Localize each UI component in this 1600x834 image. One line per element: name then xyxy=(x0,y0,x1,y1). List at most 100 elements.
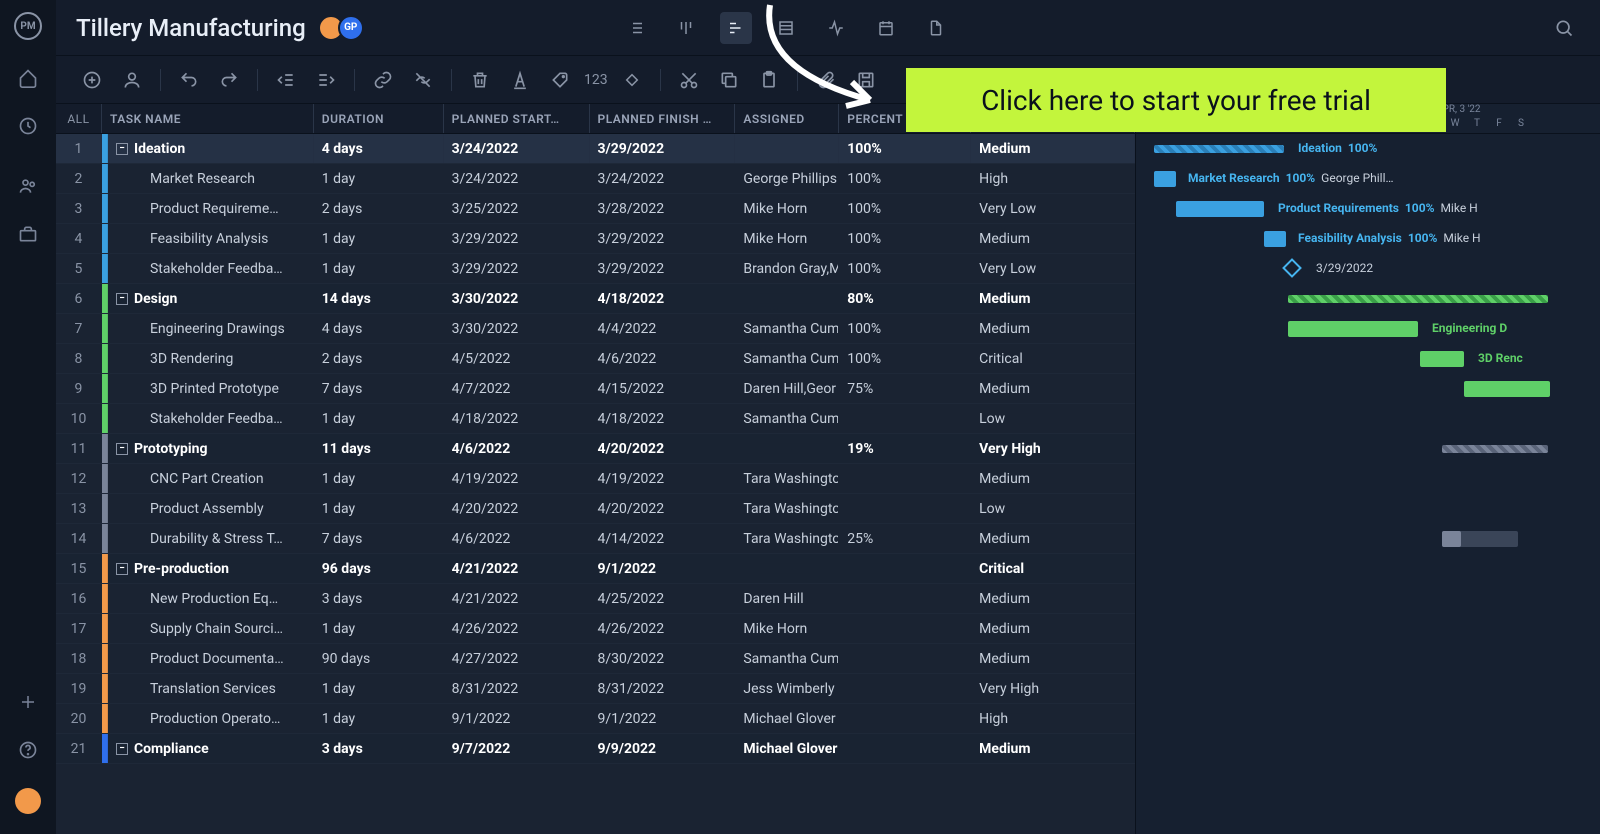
task-name-cell[interactable]: −Pre-production xyxy=(108,554,314,583)
priority-cell[interactable]: Very High xyxy=(971,434,1135,463)
task-row[interactable]: 6−Design14 days3/30/20224/18/202280%Medi… xyxy=(56,284,1135,314)
percent-cell[interactable]: 100% xyxy=(839,224,971,253)
task-row[interactable]: 15−Pre-production96 days4/21/20229/1/202… xyxy=(56,554,1135,584)
task-row[interactable]: 14Durability & Stress T…7 days4/6/20224/… xyxy=(56,524,1135,554)
percent-cell[interactable]: 100% xyxy=(839,134,971,163)
app-logo[interactable]: PM xyxy=(14,12,42,40)
assigned-cell[interactable]: Brandon Gray,M xyxy=(735,254,839,283)
cut-icon[interactable] xyxy=(673,64,705,96)
attach-icon[interactable] xyxy=(810,64,842,96)
finish-cell[interactable]: 4/20/2022 xyxy=(590,494,736,523)
view-board-icon[interactable] xyxy=(670,12,702,44)
unlink-icon[interactable] xyxy=(407,64,439,96)
milestone-icon[interactable] xyxy=(616,64,648,96)
assigned-cell[interactable]: Daren Hill xyxy=(735,584,839,613)
finish-cell[interactable]: 3/29/2022 xyxy=(590,134,736,163)
duration-cell[interactable]: 3 days xyxy=(314,734,444,763)
tag-icon[interactable] xyxy=(544,64,576,96)
task-row[interactable]: 83D Rendering2 days4/5/20224/6/2022Saman… xyxy=(56,344,1135,374)
task-name-cell[interactable]: Stakeholder Feedba… xyxy=(108,254,314,283)
percent-cell[interactable] xyxy=(839,614,971,643)
start-cell[interactable]: 4/5/2022 xyxy=(444,344,590,373)
gantt-chart[interactable]: h, 20 '22 MAR, 27 '22 APR, 3 '22 WTFSSMT… xyxy=(1136,104,1600,834)
home-icon[interactable] xyxy=(18,68,38,88)
assigned-cell[interactable]: Jess Wimberly xyxy=(735,674,839,703)
task-row[interactable]: 4Feasibility Analysis1 day3/29/20223/29/… xyxy=(56,224,1135,254)
duration-cell[interactable]: 4 days xyxy=(314,314,444,343)
percent-cell[interactable] xyxy=(839,674,971,703)
finish-cell[interactable]: 9/1/2022 xyxy=(590,704,736,733)
duration-cell[interactable]: 1 day xyxy=(314,404,444,433)
task-name-cell[interactable]: 3D Printed Prototype xyxy=(108,374,314,403)
duration-cell[interactable]: 1 day xyxy=(314,614,444,643)
task-name-cell[interactable]: Product Requireme… xyxy=(108,194,314,223)
task-row[interactable]: 5Stakeholder Feedba…1 day3/29/20223/29/2… xyxy=(56,254,1135,284)
gantt-bar[interactable] xyxy=(1464,381,1550,397)
start-cell[interactable]: 8/31/2022 xyxy=(444,674,590,703)
duration-cell[interactable]: 1 day xyxy=(314,224,444,253)
task-row[interactable]: 93D Printed Prototype7 days4/7/20224/15/… xyxy=(56,374,1135,404)
task-row[interactable]: 2Market Research1 day3/24/20223/24/2022G… xyxy=(56,164,1135,194)
finish-cell[interactable]: 3/29/2022 xyxy=(590,254,736,283)
col-assigned[interactable]: ASSIGNED xyxy=(735,104,839,133)
finish-cell[interactable]: 4/25/2022 xyxy=(590,584,736,613)
team-icon[interactable] xyxy=(18,176,38,196)
task-row[interactable]: 3Product Requireme…2 days3/25/20223/28/2… xyxy=(56,194,1135,224)
priority-cell[interactable]: Critical xyxy=(971,344,1135,373)
finish-cell[interactable]: 9/9/2022 xyxy=(590,734,736,763)
view-activity-icon[interactable] xyxy=(820,12,852,44)
percent-cell[interactable] xyxy=(839,554,971,583)
gantt-bar[interactable] xyxy=(1176,201,1264,217)
assigned-cell[interactable]: Samantha Cum xyxy=(735,644,839,673)
indent-icon[interactable] xyxy=(310,64,342,96)
duration-cell[interactable]: 11 days xyxy=(314,434,444,463)
assigned-cell[interactable]: Mike Horn xyxy=(735,194,839,223)
duration-cell[interactable]: 3 days xyxy=(314,584,444,613)
priority-cell[interactable]: Low xyxy=(971,404,1135,433)
percent-cell[interactable] xyxy=(839,494,971,523)
finish-cell[interactable]: 8/30/2022 xyxy=(590,644,736,673)
finish-cell[interactable]: 3/29/2022 xyxy=(590,224,736,253)
assigned-cell[interactable]: Michael Glover xyxy=(735,734,839,763)
task-name-cell[interactable]: Product Assembly xyxy=(108,494,314,523)
cta-banner[interactable]: Click here to start your free trial xyxy=(906,68,1446,132)
priority-cell[interactable]: Very High xyxy=(971,674,1135,703)
col-finish[interactable]: PLANNED FINISH … xyxy=(590,104,736,133)
assign-icon[interactable] xyxy=(116,64,148,96)
start-cell[interactable]: 4/26/2022 xyxy=(444,614,590,643)
undo-icon[interactable] xyxy=(173,64,205,96)
task-name-cell[interactable]: Market Research xyxy=(108,164,314,193)
finish-cell[interactable]: 9/1/2022 xyxy=(590,554,736,583)
task-row[interactable]: 18Product Documenta…90 days4/27/20228/30… xyxy=(56,644,1135,674)
duration-cell[interactable]: 1 day xyxy=(314,704,444,733)
priority-cell[interactable]: Low xyxy=(971,494,1135,523)
finish-cell[interactable]: 4/14/2022 xyxy=(590,524,736,553)
text-style-icon[interactable] xyxy=(504,64,536,96)
duration-cell[interactable]: 1 day xyxy=(314,464,444,493)
percent-cell[interactable]: 100% xyxy=(839,164,971,193)
copy-icon[interactable] xyxy=(713,64,745,96)
percent-cell[interactable] xyxy=(839,404,971,433)
percent-cell[interactable]: 100% xyxy=(839,194,971,223)
start-cell[interactable]: 4/19/2022 xyxy=(444,464,590,493)
collab-avatar-2[interactable]: GP xyxy=(338,15,364,41)
view-calendar-icon[interactable] xyxy=(870,12,902,44)
start-cell[interactable]: 4/20/2022 xyxy=(444,494,590,523)
view-list-icon[interactable] xyxy=(620,12,652,44)
task-row[interactable]: 20Production Operato…1 day9/1/20229/1/20… xyxy=(56,704,1135,734)
percent-cell[interactable] xyxy=(839,464,971,493)
task-row[interactable]: 17Supply Chain Sourci…1 day4/26/20224/26… xyxy=(56,614,1135,644)
add-task-icon[interactable] xyxy=(76,64,108,96)
finish-cell[interactable]: 4/20/2022 xyxy=(590,434,736,463)
priority-cell[interactable]: Medium xyxy=(971,224,1135,253)
finish-cell[interactable]: 8/31/2022 xyxy=(590,674,736,703)
finish-cell[interactable]: 3/28/2022 xyxy=(590,194,736,223)
percent-cell[interactable] xyxy=(839,704,971,733)
finish-cell[interactable]: 4/15/2022 xyxy=(590,374,736,403)
start-cell[interactable]: 3/29/2022 xyxy=(444,224,590,253)
task-name-cell[interactable]: Product Documenta… xyxy=(108,644,314,673)
assigned-cell[interactable]: Samantha Cum xyxy=(735,314,839,343)
view-sheet-icon[interactable] xyxy=(770,12,802,44)
finish-cell[interactable]: 3/24/2022 xyxy=(590,164,736,193)
start-cell[interactable]: 3/30/2022 xyxy=(444,284,590,313)
